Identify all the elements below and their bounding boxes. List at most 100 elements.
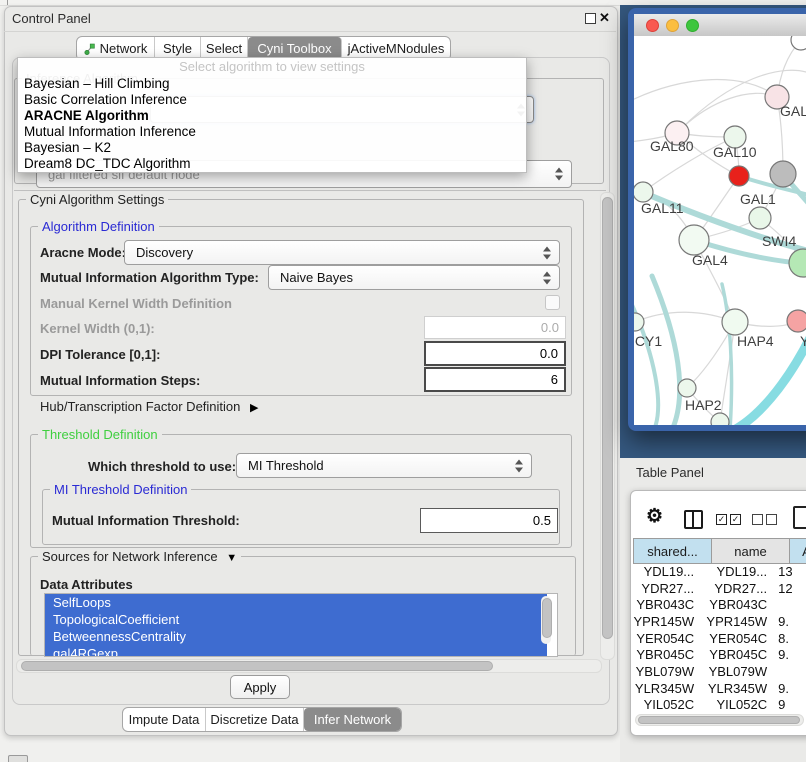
table-cell[interactable]: 13 [775, 564, 806, 579]
table-row[interactable]: YPR145WYPR145W9. [633, 613, 806, 630]
minimize-traffic-light-icon[interactable] [666, 19, 679, 32]
network-edge[interactable] [635, 312, 735, 322]
network-edge[interactable] [652, 276, 680, 425]
which-threshold-combo[interactable]: MI Threshold [236, 453, 532, 478]
table-row[interactable]: YER054CYER054C8. [633, 630, 806, 647]
table-row[interactable]: YBR043CYBR043C [633, 596, 806, 613]
aracne-mode-combo[interactable]: Discovery [124, 240, 560, 265]
table-hscrollbar-thumb[interactable] [638, 716, 800, 724]
table-cell[interactable]: YER054C [704, 631, 775, 646]
mi-type-combo[interactable]: Naive Bayes [268, 265, 560, 290]
network-node[interactable] [729, 166, 749, 186]
table-cell[interactable]: 12 [775, 581, 806, 596]
new-table-icon[interactable] [793, 506, 806, 529]
zoom-traffic-light-icon[interactable] [686, 19, 699, 32]
show-checked-columns-icon[interactable]: ✓ ✓ [716, 514, 741, 525]
table-cell[interactable]: YDL19... [704, 564, 775, 579]
attributes-scrollbar-thumb[interactable] [542, 598, 552, 638]
table-row[interactable]: YBR045CYBR045C9. [633, 646, 806, 663]
close-traffic-light-icon[interactable] [646, 19, 659, 32]
network-node-swi4[interactable] [789, 249, 806, 277]
bottom-tab-discretize-data[interactable]: Discretize Data [206, 708, 304, 731]
table-cell[interactable]: YDR27... [704, 581, 775, 596]
table-row[interactable]: YBL079WYBL079W [633, 663, 806, 680]
collapsed-panel-icon[interactable] [8, 755, 28, 762]
attributes-scrollbar[interactable] [541, 596, 551, 644]
network-node-gal4[interactable] [679, 225, 709, 255]
algorithm-item-dream8-dc-tdc-algorithm[interactable]: Dream8 DC_TDC Algorithm [18, 156, 526, 172]
column-header-name[interactable]: name [712, 539, 790, 563]
settings-hscrollbar[interactable] [16, 659, 602, 673]
table-cell[interactable]: YBR043C [633, 597, 704, 612]
mi-type-label: Mutual Information Algorithm Type: [40, 270, 259, 285]
table-cell[interactable]: 9 [775, 697, 806, 712]
table-cell[interactable]: 9. [775, 681, 806, 696]
network-edge[interactable] [677, 93, 777, 133]
mi-steps-field[interactable] [424, 367, 566, 392]
manual-kernel-checkbox[interactable] [545, 295, 560, 310]
algorithm-item-bayesian-hill-climbing[interactable]: Bayesian – Hill Climbing [18, 76, 526, 92]
settings-hscrollbar-thumb[interactable] [21, 661, 493, 671]
bottom-tab-label: Discretize Data [210, 712, 298, 727]
table-cell[interactable]: YBR045C [704, 647, 775, 662]
column-layout-icon[interactable] [684, 510, 703, 529]
network-canvas[interactable]: GALGAL80GAL10GAL11GAL1SWI4GAL4GCY1HAP4YH… [634, 36, 806, 425]
mi-threshold-field[interactable] [420, 508, 558, 533]
dpi-tolerance-field[interactable] [424, 341, 566, 366]
table-cell[interactable]: YBL079W [633, 664, 704, 679]
table-cell[interactable]: YPR145W [633, 614, 704, 629]
settings-vscrollbar[interactable] [600, 192, 615, 660]
table-cell[interactable]: YBL079W [704, 664, 775, 679]
apply-button[interactable]: Apply [230, 675, 290, 699]
network-node-gal11[interactable] [634, 182, 653, 202]
algorithm-item-basic-correlation-inference[interactable]: Basic Correlation Inference [18, 92, 526, 108]
table-cell[interactable]: YLR345W [633, 681, 704, 696]
column-header-a[interactable]: A [790, 539, 806, 563]
table-cell[interactable]: YDR27... [633, 581, 704, 596]
bottom-tab-infer-network[interactable]: Infer Network [304, 708, 401, 731]
column-header-shared[interactable]: shared... [634, 539, 712, 563]
table-cell[interactable]: YLR345W [704, 681, 775, 696]
table-cell[interactable]: YDL19... [633, 564, 704, 579]
kernel-width-field[interactable] [424, 316, 566, 339]
table-cell[interactable]: YBR043C [704, 597, 775, 612]
table-row[interactable]: YIL052CYIL052C9 [633, 697, 806, 714]
network-node-gal1[interactable] [749, 207, 771, 229]
table-cell[interactable]: YIL052C [633, 697, 704, 712]
network-node[interactable] [791, 36, 806, 50]
table-cell[interactable]: 8. [775, 631, 806, 646]
network-node[interactable] [770, 161, 796, 187]
table-cell[interactable]: YIL052C [704, 697, 775, 712]
close-icon[interactable]: ✕ [599, 10, 610, 26]
network-edge[interactable] [634, 80, 777, 102]
attribute-item-gal4rgexp[interactable]: gal4RGexp [45, 645, 547, 657]
network-node[interactable] [711, 413, 729, 425]
settings-vscrollbar-thumb[interactable] [602, 197, 613, 639]
table-hscrollbar[interactable] [635, 714, 804, 726]
attribute-item-betweennesscentrality[interactable]: BetweennessCentrality [45, 628, 547, 645]
attribute-item-selfloops[interactable]: SelfLoops [45, 594, 547, 611]
table-cell[interactable]: YPR145W [704, 614, 775, 629]
algorithm-item-aracne-algorithm[interactable]: ARACNE Algorithm [18, 108, 526, 124]
table-row[interactable]: YDL19...YDL19...13 [633, 563, 806, 580]
table-cell[interactable]: YBR045C [633, 647, 704, 662]
unchecked-box-icon [752, 514, 763, 525]
sources-legend[interactable]: Sources for Network Inference ▼ [38, 549, 241, 564]
algorithm-item-bayesian-k2[interactable]: Bayesian – K2 [18, 140, 526, 156]
network-node-y[interactable] [787, 310, 806, 332]
hide-columns-icon[interactable] [752, 514, 777, 525]
table-cell[interactable]: YER054C [633, 631, 704, 646]
table-cell[interactable]: 9. [775, 647, 806, 662]
network-node-hap4[interactable] [722, 309, 748, 335]
table-cell[interactable]: 9. [775, 614, 806, 629]
table-row[interactable]: YDR27...YDR27...12 [633, 580, 806, 597]
hub-definition-toggle[interactable]: Hub/Transcription Factor Definition ▶ [40, 399, 258, 414]
algorithm-item-mutual-information-inference[interactable]: Mutual Information Inference [18, 124, 526, 140]
gear-icon[interactable]: ⚙ [646, 505, 663, 528]
network-node-hap2[interactable] [678, 379, 696, 397]
table-row[interactable]: YLR345WYLR345W9. [633, 680, 806, 697]
attribute-item-topologicalcoefficient[interactable]: TopologicalCoefficient [45, 611, 547, 628]
bottom-tab-impute-data[interactable]: Impute Data [123, 708, 206, 731]
network-edge[interactable] [722, 284, 732, 425]
float-window-icon[interactable] [585, 13, 596, 24]
